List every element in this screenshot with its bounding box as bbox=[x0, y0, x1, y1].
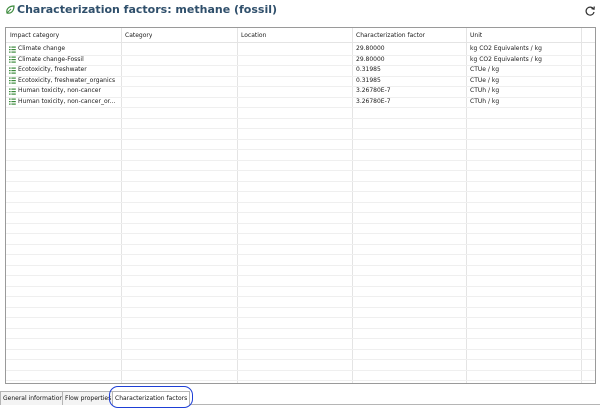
impact-category-icon bbox=[9, 67, 16, 74]
factor-cell: 0.31985 bbox=[356, 76, 381, 84]
impact-category-cell: Human toxicity, non-cancer bbox=[18, 87, 101, 94]
row-gridline bbox=[6, 370, 595, 371]
row-gridline bbox=[6, 254, 595, 255]
row-gridline bbox=[6, 160, 595, 161]
table-row[interactable]: Climate change 29.80000 kg CO2 Equivalents… bbox=[6, 44, 595, 55]
factor-cell: 29.80000 bbox=[356, 55, 385, 63]
factor-cell: 0.31985 bbox=[356, 66, 381, 73]
row-gridline bbox=[6, 128, 595, 129]
unit-cell: CTUe / kg bbox=[470, 66, 500, 73]
table-row[interactable]: Ecotoxicity, freshwater_organics 0.31985 C… bbox=[6, 76, 595, 87]
impact-category-cell: Climate change-Fossil bbox=[18, 55, 84, 63]
refresh-icon[interactable] bbox=[584, 5, 596, 17]
row-gridline bbox=[6, 223, 595, 224]
unit-cell: CTUe / kg bbox=[470, 76, 500, 84]
table-header: Impact category Category Location Charac… bbox=[6, 28, 595, 43]
characterization-factors-table[interactable]: Impact category Category Location Charac… bbox=[5, 27, 596, 384]
row-gridline bbox=[6, 191, 595, 192]
factor-cell: 29.80000 bbox=[356, 45, 385, 52]
table-row[interactable]: Human toxicity, non-cancer 3.26780E-7 CTUh… bbox=[6, 86, 595, 97]
unit-cell: CTUh / kg bbox=[470, 97, 500, 105]
row-gridline bbox=[6, 107, 595, 108]
unit-cell: kg CO2 Equivalents / kg bbox=[470, 45, 542, 52]
leaf-icon bbox=[6, 5, 15, 14]
column-header-location[interactable]: Location bbox=[241, 31, 266, 41]
impact-category-cell: Ecotoxicity, freshwater_organics bbox=[18, 76, 116, 84]
impact-category-cell: Climate change bbox=[18, 45, 66, 52]
page-title: Characterization factors: methane (fossi… bbox=[17, 3, 278, 16]
page-header: Characterization factors: methane (fossi… bbox=[0, 0, 600, 22]
row-gridline bbox=[6, 181, 595, 182]
row-gridline bbox=[6, 338, 595, 339]
row-gridline bbox=[6, 170, 595, 171]
factor-cell: 3.26780E-7 bbox=[356, 97, 391, 105]
column-header-unit[interactable]: Unit bbox=[470, 31, 482, 41]
tab-characterization-factors[interactable]: Characterization factors bbox=[112, 391, 191, 405]
impact-category-icon bbox=[9, 77, 16, 84]
row-gridline bbox=[6, 380, 595, 381]
row-gridline bbox=[6, 118, 595, 119]
tab-flow-properties[interactable]: Flow properties bbox=[62, 391, 115, 405]
impact-category-icon bbox=[9, 46, 16, 53]
row-gridline bbox=[6, 307, 595, 308]
row-gridline bbox=[6, 233, 595, 234]
tab-general-information[interactable]: General information bbox=[0, 391, 67, 405]
row-gridline bbox=[6, 244, 595, 245]
row-gridline bbox=[6, 286, 595, 287]
table-row[interactable]: Climate change-Fossil 29.80000 kg CO2 Equi… bbox=[6, 55, 595, 66]
row-gridline bbox=[6, 139, 595, 140]
impact-category-cell: Human toxicity, non-cancer_or... bbox=[18, 97, 116, 105]
impact-category-icon bbox=[9, 98, 16, 105]
row-gridline bbox=[6, 317, 595, 318]
row-gridline bbox=[6, 296, 595, 297]
impact-category-icon bbox=[9, 56, 16, 63]
column-header-impact-category[interactable]: Impact category bbox=[10, 31, 59, 41]
row-gridline bbox=[6, 275, 595, 276]
factor-cell: 3.26780E-7 bbox=[356, 87, 391, 94]
row-gridline bbox=[6, 349, 595, 350]
table-row[interactable]: Ecotoxicity, freshwater 0.31985 CTUe / kg bbox=[6, 65, 595, 76]
row-gridline bbox=[6, 149, 595, 150]
row-gridline bbox=[6, 328, 595, 329]
table-row[interactable]: Human toxicity, non-cancer_or... 3.26780E… bbox=[6, 97, 595, 108]
impact-category-cell: Ecotoxicity, freshwater bbox=[18, 66, 87, 73]
unit-cell: CTUh / kg bbox=[470, 87, 500, 94]
unit-cell: kg CO2 Equivalents / kg bbox=[470, 55, 542, 63]
row-gridline bbox=[6, 202, 595, 203]
row-gridline bbox=[6, 359, 595, 360]
characterization-factors-page: Characterization factors: methane (fossi… bbox=[0, 0, 600, 409]
row-gridline bbox=[6, 212, 595, 213]
column-header-characterization-factor[interactable]: Characterization factor bbox=[356, 31, 425, 41]
column-header-category[interactable]: Category bbox=[125, 31, 152, 41]
row-gridline bbox=[6, 265, 595, 266]
impact-category-icon bbox=[9, 88, 16, 95]
